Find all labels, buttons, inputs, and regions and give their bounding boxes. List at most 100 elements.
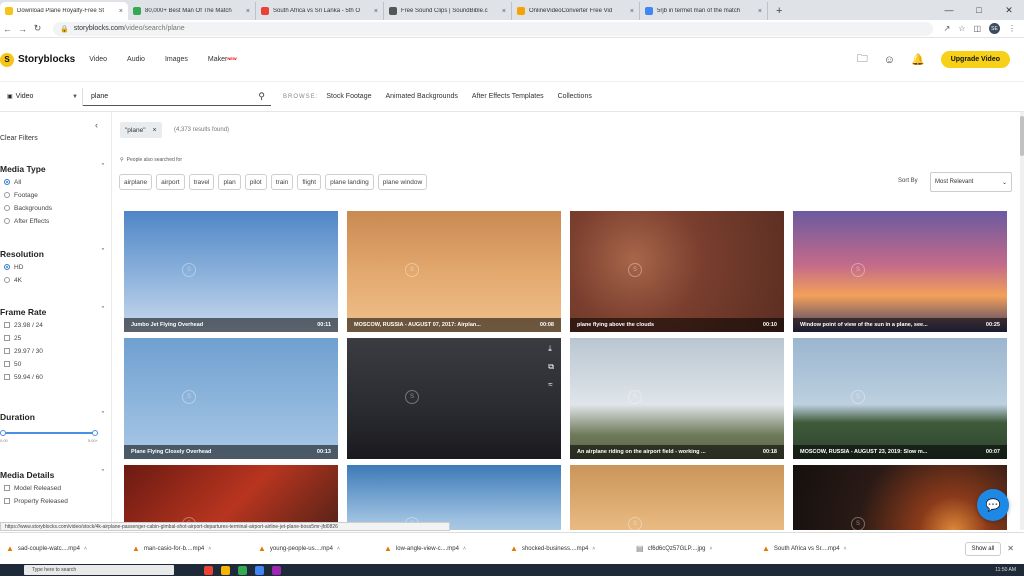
filter-option[interactable]: After Effects [0, 216, 104, 226]
collapse-sidebar-icon[interactable]: ‹ [95, 120, 98, 130]
video-card[interactable]: S MOSCOW, RUSSIA - AUGUST 23, 2019: Slow … [793, 338, 1007, 459]
video-card[interactable]: S ⤓ ⧉ ≈ [347, 338, 561, 459]
bell-icon[interactable]: 🔔 [911, 53, 925, 66]
video-thumbnail[interactable] [124, 465, 338, 530]
video-thumbnail[interactable] [570, 338, 784, 459]
duration-slider[interactable]: 0:00 5:00+ [0, 428, 104, 443]
browser-tab[interactable]: 5rjb in termet man of the match × [640, 2, 768, 20]
tab-close-icon[interactable]: × [630, 8, 634, 15]
browser-tab[interactable]: 80,000+ Best Man Of The Match × [128, 2, 256, 20]
account-icon[interactable]: ☺ [884, 54, 895, 66]
related-tag[interactable]: plane window [377, 174, 428, 190]
video-thumbnail[interactable] [793, 465, 1007, 530]
download-options-icon[interactable]: ˄ [710, 546, 713, 552]
download-item[interactable]: ▲ South Africa vs Sr....mp4 ˄ [762, 544, 888, 553]
browser-menu-icon[interactable]: ⋮ [1008, 24, 1016, 33]
checkbox[interactable] [4, 348, 10, 354]
download-options-icon[interactable]: ˄ [208, 546, 211, 552]
download-item[interactable]: ▲ man-casio-for-b....mp4 ˄ [132, 544, 258, 553]
browse-link[interactable]: Stock Footage [326, 93, 371, 100]
related-tag[interactable]: airport [156, 174, 185, 190]
related-tag[interactable]: pilot [244, 174, 267, 190]
sort-select[interactable]: Most Relevant ⌄ [930, 172, 1012, 192]
download-icon[interactable]: ⤓ [548, 344, 554, 354]
checkbox[interactable] [4, 322, 10, 328]
video-card[interactable]: S [347, 465, 561, 530]
page-scrollbar[interactable] [1020, 112, 1024, 530]
video-card[interactable]: S Jumbo Jet Flying Overhead 00:11 [124, 211, 338, 332]
browser-tab[interactable]: Free Sound Clips | SoundBible.c × [384, 2, 512, 20]
filter-media-details-header[interactable]: Media Details ˆ [0, 470, 104, 480]
waveform-icon[interactable]: ≈ [548, 380, 554, 389]
related-tag[interactable]: train [270, 174, 294, 190]
filter-option[interactable]: HD [0, 262, 104, 272]
filter-option[interactable]: 4K [0, 275, 104, 285]
video-thumbnail[interactable] [793, 211, 1007, 332]
video-thumbnail[interactable] [347, 211, 561, 332]
search-input[interactable]: plane ⚲ [83, 88, 271, 106]
video-card[interactable]: S MOSCOW, RUSSIA - AUGUST 07, 2017: Airpl… [347, 211, 561, 332]
video-thumbnail[interactable] [793, 338, 1007, 459]
tab-close-icon[interactable]: × [246, 8, 250, 15]
checkbox[interactable] [4, 485, 10, 491]
radio-button[interactable] [4, 179, 10, 185]
tab-close-icon[interactable]: × [374, 8, 378, 15]
storyblocks-logo[interactable]: S Storyblocks [0, 52, 75, 67]
download-options-icon[interactable]: ˄ [592, 546, 595, 552]
filter-option[interactable]: 25 [0, 333, 104, 343]
filter-option[interactable]: 59.94 / 60 [0, 372, 104, 382]
taskbar-search-input[interactable]: Type here to search [24, 565, 174, 575]
download-options-icon[interactable]: ˄ [463, 546, 466, 552]
app-icon[interactable] [238, 565, 247, 575]
close-download-bar-icon[interactable]: ✕ [1007, 544, 1014, 553]
video-card[interactable]: S [570, 465, 784, 530]
download-options-icon[interactable]: ˄ [844, 546, 847, 552]
query-chip[interactable]: "plane" × [120, 122, 162, 138]
radio-button[interactable] [4, 205, 10, 211]
video-card[interactable]: S Plane Flying Closely Overhead 00:13 [124, 338, 338, 459]
tab-close-icon[interactable]: × [119, 8, 123, 15]
video-thumbnail[interactable] [570, 465, 784, 530]
duration-min-handle[interactable] [0, 430, 6, 436]
chrome-icon[interactable] [204, 565, 213, 575]
related-tag[interactable]: airplane [119, 174, 153, 190]
video-card[interactable]: Splane flying above the clouds 00:10 [570, 211, 784, 332]
show-all-downloads-button[interactable]: Show all [964, 541, 1002, 556]
filter-resolution-header[interactable]: Resolution ˆ [0, 249, 104, 259]
nav-maker[interactable]: MakerNEW [208, 56, 237, 63]
filter-option[interactable]: Backgrounds [0, 203, 104, 213]
video-card[interactable]: S [793, 465, 1007, 530]
minimize-icon[interactable]: — [934, 0, 964, 20]
download-options-icon[interactable]: ˄ [337, 546, 340, 552]
filter-option[interactable]: 29.97 / 30 [0, 346, 104, 356]
share-icon[interactable]: ↗ [944, 24, 951, 33]
radio-button[interactable] [4, 264, 10, 270]
filter-option[interactable]: 50 [0, 359, 104, 369]
nav-video[interactable]: Video [89, 56, 107, 63]
download-options-icon[interactable]: ˄ [84, 546, 87, 552]
download-item[interactable]: ▲ shocked-business....mp4 ˄ [510, 544, 636, 553]
file-explorer-icon[interactable] [221, 565, 230, 575]
filter-duration-header[interactable]: Duration ˆ [0, 412, 104, 422]
forward-icon[interactable]: → [15, 24, 30, 34]
back-icon[interactable]: ← [0, 24, 15, 34]
radio-button[interactable] [4, 218, 10, 224]
browser-tab[interactable]: OnlineVideoConverter Free Vid × [512, 2, 640, 20]
video-thumbnail[interactable] [347, 465, 561, 530]
video-card[interactable]: S Window point of view of the sun in a pl… [793, 211, 1007, 332]
checkbox[interactable] [4, 374, 10, 380]
clear-filters-link[interactable]: Clear Filters [0, 135, 38, 142]
filter-option[interactable]: Property Released [0, 496, 104, 506]
tab-close-icon[interactable]: × [502, 8, 506, 15]
related-tag[interactable]: plan [218, 174, 241, 190]
app-icon[interactable] [272, 565, 281, 575]
filter-media-type-header[interactable]: Media Type ˆ [0, 164, 104, 174]
folder-icon[interactable]: 🗀 [857, 50, 868, 69]
filter-option[interactable]: 23.98 / 24 [0, 320, 104, 330]
media-type-select[interactable]: ▣ Video ▼ [5, 87, 83, 106]
browser-tab[interactable]: South Africa vs Sri Lanka - 5th O × [256, 2, 384, 20]
upgrade-button[interactable]: Upgrade Video [940, 51, 1010, 68]
video-card[interactable]: S [124, 465, 338, 530]
app-icon[interactable] [255, 565, 264, 575]
related-tag[interactable]: travel [188, 174, 215, 190]
